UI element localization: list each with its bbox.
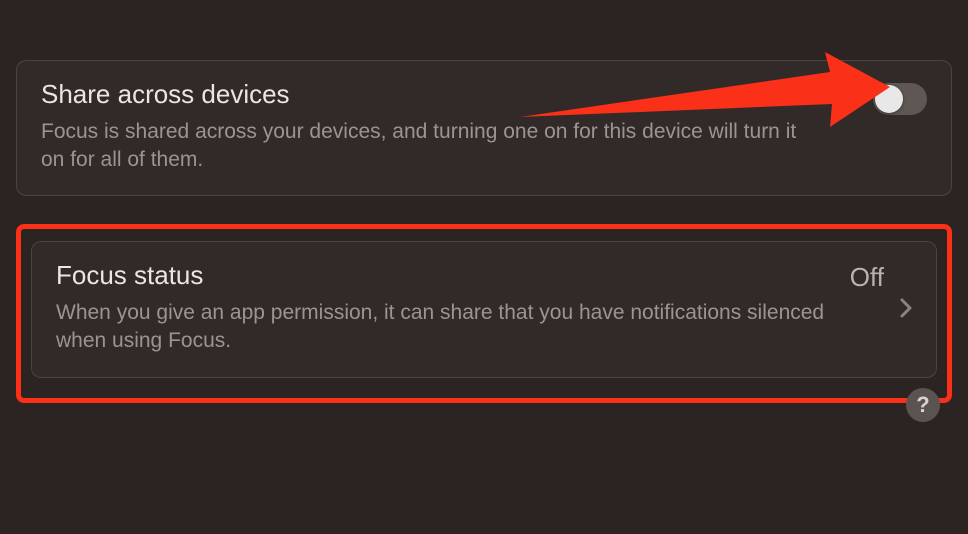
- share-across-devices-row: Share across devices Focus is shared acr…: [16, 60, 952, 196]
- focus-status-value: Off: [850, 262, 884, 293]
- toggle-knob: [875, 85, 903, 113]
- focus-status-title: Focus status: [56, 260, 850, 291]
- annotation-highlight-box: Focus status When you give an app permis…: [16, 224, 952, 404]
- share-description: Focus is shared across your devices, and…: [41, 118, 811, 175]
- help-button[interactable]: ?: [906, 388, 940, 422]
- chevron-right-icon: [900, 298, 912, 318]
- share-toggle[interactable]: [873, 83, 927, 115]
- focus-status-description: When you give an app permission, it can …: [56, 299, 826, 356]
- share-title: Share across devices: [41, 79, 927, 110]
- help-icon: ?: [916, 392, 929, 418]
- focus-status-row[interactable]: Focus status When you give an app permis…: [31, 241, 937, 379]
